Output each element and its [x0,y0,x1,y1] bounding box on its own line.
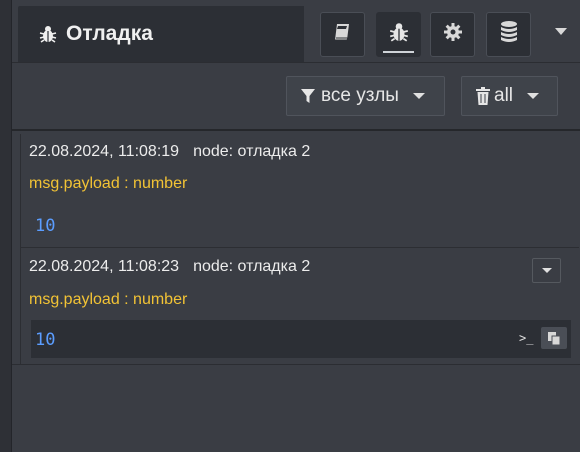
sidebar-header: Отладка [12,0,580,62]
clear-messages-button[interactable]: all [461,76,558,116]
toolbar-divider [12,129,580,131]
editor-edge [0,0,12,452]
bug-icon [38,24,58,44]
message-topic: msg.payload : number [29,291,188,308]
message-node-link[interactable]: node: отладка 2 [193,143,310,160]
message-topic: msg.payload : number [29,175,188,192]
empty-area [12,365,580,452]
chevron-down-icon [527,93,540,99]
message-value[interactable]: 10 [35,330,55,350]
message-menu-button[interactable] [532,258,561,283]
message-value[interactable]: 10 [35,216,55,236]
gear-icon [442,21,464,48]
filter-label: все узлы [321,85,399,106]
bug-icon [388,21,410,48]
chevron-down-icon[interactable] [555,28,567,35]
sidebar-title: Отладка [66,22,153,45]
book-icon [332,21,354,48]
trash-icon [476,87,490,105]
chevron-down-icon [412,93,425,99]
message-timestamp: 22.08.2024, 11:08:19 [29,143,180,160]
terminal-icon[interactable]: >_ [519,331,533,345]
debug-message-list: 22.08.2024, 11:08:19 node: отладка 2 msg.… [20,134,579,364]
message-tools: >_ [519,327,568,349]
filter-icon [301,88,315,104]
debug-tab-button[interactable] [376,12,421,57]
message-timestamp: 22.08.2024, 11:08:23 [29,258,180,275]
copy-icon [548,331,561,345]
debug-message[interactable]: 22.08.2024, 11:08:19 node: отладка 2 msg.… [21,134,579,247]
info-tab-button[interactable] [320,12,365,57]
config-tab-button[interactable] [430,12,475,57]
copy-value-button[interactable] [541,327,568,349]
debug-message[interactable]: 22.08.2024, 11:08:23 node: отладка 2 msg.… [21,248,579,364]
message-value-row[interactable] [31,320,571,358]
message-node-link[interactable]: node: отладка 2 [193,258,310,275]
context-tab-button[interactable] [486,12,531,57]
clear-label: all [494,85,514,106]
filter-nodes-button[interactable]: все узлы [286,76,445,116]
message-meta: 22.08.2024, 11:08:19 node: отладка 2 [29,143,310,161]
database-icon [498,20,520,49]
debug-toolbar: все узлы all [12,63,580,129]
sidebar-tab-debug[interactable]: Отладка [18,6,304,62]
chevron-down-icon [541,268,552,273]
message-meta: 22.08.2024, 11:08:23 node: отладка 2 [29,258,310,276]
